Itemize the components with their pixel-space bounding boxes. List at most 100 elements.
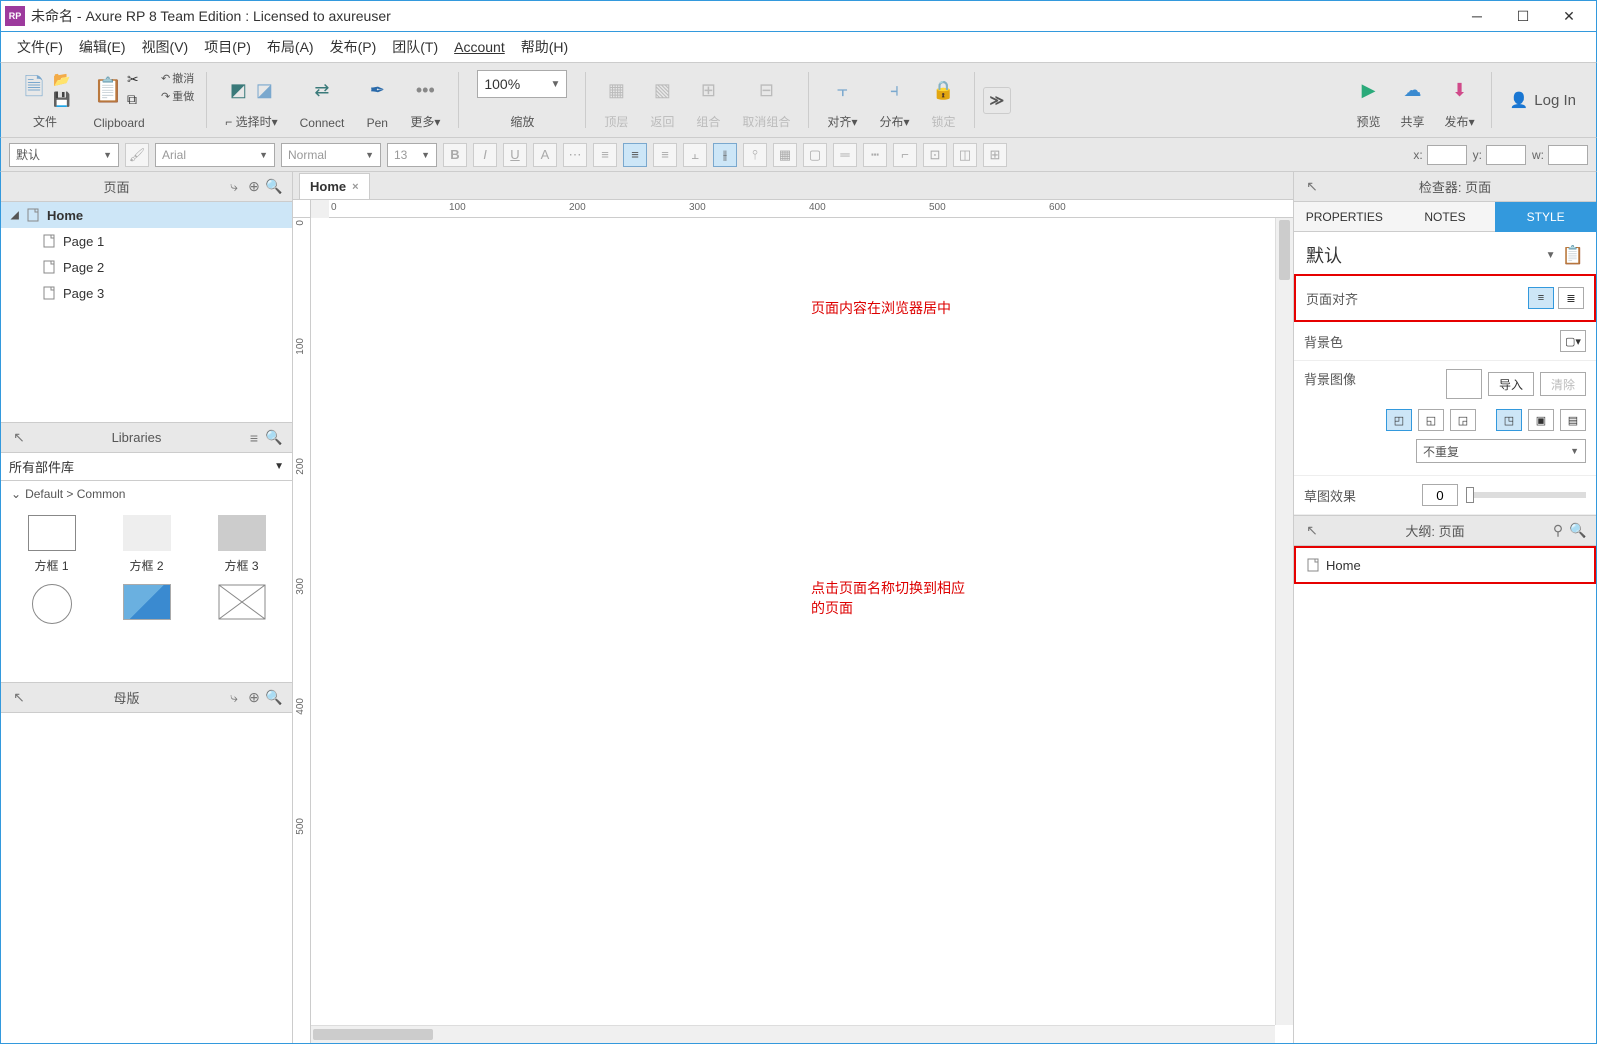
- bring-front-icon[interactable]: ▦: [605, 79, 627, 101]
- library-selector[interactable]: 所有部件库▼: [1, 453, 292, 481]
- italic-button[interactable]: I: [473, 143, 497, 167]
- library-category[interactable]: ⌄ Default > Common: [1, 481, 292, 507]
- toolbar-publish-label[interactable]: 发布▾: [1445, 113, 1475, 130]
- connect-icon[interactable]: ⇄: [311, 79, 333, 101]
- group-icon[interactable]: ⊞: [697, 79, 719, 101]
- valign-top-button[interactable]: ⫠: [683, 143, 707, 167]
- distribute-icon[interactable]: ⫞: [883, 79, 905, 101]
- toolbar-distribute-label[interactable]: 分布▾: [879, 113, 909, 130]
- align-icon[interactable]: ⫟: [831, 79, 853, 101]
- menu-file[interactable]: 文件(F): [9, 33, 71, 61]
- copy-icon[interactable]: ⧉: [127, 91, 145, 109]
- coord-x-input[interactable]: [1427, 145, 1467, 165]
- lock-icon[interactable]: 🔒: [933, 79, 955, 101]
- scrollbar-vertical[interactable]: [1275, 218, 1293, 1025]
- widget-ellipse[interactable]: [9, 584, 94, 624]
- menu-view[interactable]: 视图(V): [134, 33, 197, 61]
- outline-filter-icon[interactable]: ⚲: [1548, 521, 1568, 541]
- bg-align-1[interactable]: ◰: [1386, 409, 1412, 431]
- page-align-left-button[interactable]: ≡: [1528, 287, 1554, 309]
- page-align-center-button[interactable]: ≣: [1558, 287, 1584, 309]
- valign-middle-button[interactable]: ⫲: [713, 143, 737, 167]
- pages-add-folder-icon[interactable]: ⤷: [224, 177, 244, 197]
- pages-search-icon[interactable]: 🔍: [264, 177, 284, 197]
- padding-button[interactable]: ⊞: [983, 143, 1007, 167]
- select-contain-icon[interactable]: ◪: [253, 79, 275, 101]
- ungroup-icon[interactable]: ⊟: [755, 79, 777, 101]
- bg-align-4[interactable]: ◳: [1496, 409, 1522, 431]
- sketch-slider[interactable]: [1466, 492, 1586, 498]
- sketch-value-input[interactable]: [1422, 484, 1458, 506]
- bold-button[interactable]: B: [443, 143, 467, 167]
- close-button[interactable]: ✕: [1546, 1, 1592, 31]
- share-icon[interactable]: ☁: [1402, 79, 1424, 101]
- page-item-page1[interactable]: Page 1: [1, 228, 292, 254]
- bg-color-button[interactable]: ▢▾: [1560, 330, 1586, 352]
- style-manage-icon[interactable]: 📋: [1562, 245, 1584, 266]
- zoom-select[interactable]: 100%▼: [477, 70, 567, 98]
- pages-add-page-icon[interactable]: ⊕: [244, 177, 264, 197]
- canvas-tab-home[interactable]: Home ×: [299, 173, 370, 199]
- inspector-tab-style[interactable]: STYLE: [1495, 202, 1596, 232]
- style-preset-row[interactable]: 默认▼ 📋: [1294, 232, 1596, 274]
- libraries-search-icon[interactable]: 🔍: [264, 428, 284, 448]
- page-item-page2[interactable]: Page 2: [1, 254, 292, 280]
- bg-image-clear-button[interactable]: 清除: [1540, 372, 1586, 396]
- scrollbar-horizontal[interactable]: [311, 1025, 1275, 1043]
- inspector-tab-properties[interactable]: PROPERTIES: [1294, 202, 1395, 232]
- widget-box2[interactable]: 方框 2: [104, 515, 189, 574]
- bg-image-import-button[interactable]: 导入: [1488, 372, 1534, 396]
- align-center-button[interactable]: ≡: [623, 143, 647, 167]
- coord-y-input[interactable]: [1486, 145, 1526, 165]
- menu-arrange[interactable]: 布局(A): [259, 33, 322, 61]
- border-style-button[interactable]: ┅: [863, 143, 887, 167]
- select-intersect-icon[interactable]: ◩: [227, 79, 249, 101]
- toolbar-overflow-button[interactable]: ≫: [983, 87, 1012, 114]
- outline-item-home[interactable]: Home: [1294, 546, 1596, 584]
- inspector-tab-notes[interactable]: NOTES: [1395, 202, 1496, 232]
- publish-icon[interactable]: ⬇: [1449, 79, 1471, 101]
- menu-publish[interactable]: 发布(P): [322, 33, 385, 61]
- expand-icon[interactable]: ◢: [11, 210, 25, 221]
- coord-w-input[interactable]: [1548, 145, 1588, 165]
- tab-close-icon[interactable]: ×: [352, 181, 358, 193]
- open-file-icon[interactable]: 📂: [53, 71, 71, 89]
- widget-image[interactable]: [104, 584, 189, 624]
- bg-align-3[interactable]: ◲: [1450, 409, 1476, 431]
- paste-icon[interactable]: 📋: [93, 75, 123, 105]
- menu-edit[interactable]: 编辑(E): [71, 33, 134, 61]
- bg-repeat-select[interactable]: 不重复▼: [1416, 439, 1586, 463]
- preview-icon[interactable]: ▶: [1358, 79, 1380, 101]
- bg-align-5[interactable]: ▣: [1528, 409, 1554, 431]
- border-width-button[interactable]: ═: [833, 143, 857, 167]
- menu-help[interactable]: 帮助(H): [513, 33, 576, 61]
- style-preset-select[interactable]: 默认▼: [9, 143, 119, 167]
- bg-align-2[interactable]: ◱: [1418, 409, 1444, 431]
- outline-search-icon[interactable]: 🔍: [1568, 521, 1588, 541]
- widget-box1[interactable]: 方框 1: [9, 515, 94, 574]
- redo-button[interactable]: ↷ 重做: [161, 88, 194, 104]
- minimize-button[interactable]: ─: [1454, 1, 1500, 31]
- toolbar-align-label[interactable]: 对齐▾: [827, 113, 857, 130]
- cut-icon[interactable]: ✂: [127, 71, 145, 89]
- bg-align-6[interactable]: ▤: [1560, 409, 1586, 431]
- corner-button[interactable]: ⌐: [893, 143, 917, 167]
- widget-placeholder[interactable]: [199, 584, 284, 624]
- canvas[interactable]: 页面内容在浏览器居中 点击页面名称切换到相应的页面: [311, 218, 1293, 1043]
- maximize-button[interactable]: ☐: [1500, 1, 1546, 31]
- font-size-select[interactable]: 13▼: [387, 143, 437, 167]
- collapse-icon[interactable]: ↖: [1302, 177, 1322, 197]
- masters-add-folder-icon[interactable]: ⤷: [224, 688, 244, 708]
- send-back-icon[interactable]: ▧: [651, 79, 673, 101]
- page-item-page3[interactable]: Page 3: [1, 280, 292, 306]
- border-color-button[interactable]: ▢: [803, 143, 827, 167]
- collapse-icon[interactable]: ↖: [9, 428, 29, 448]
- align-left-button[interactable]: ≡: [593, 143, 617, 167]
- menu-project[interactable]: 项目(P): [196, 33, 259, 61]
- underline-button[interactable]: U: [503, 143, 527, 167]
- page-item-home[interactable]: ◢ Home: [1, 202, 292, 228]
- login-button[interactable]: 👤 Log In: [1498, 85, 1588, 115]
- text-color-button[interactable]: A: [533, 143, 557, 167]
- undo-button[interactable]: ↶ 撤消: [161, 70, 194, 86]
- widget-box3[interactable]: 方框 3: [199, 515, 284, 574]
